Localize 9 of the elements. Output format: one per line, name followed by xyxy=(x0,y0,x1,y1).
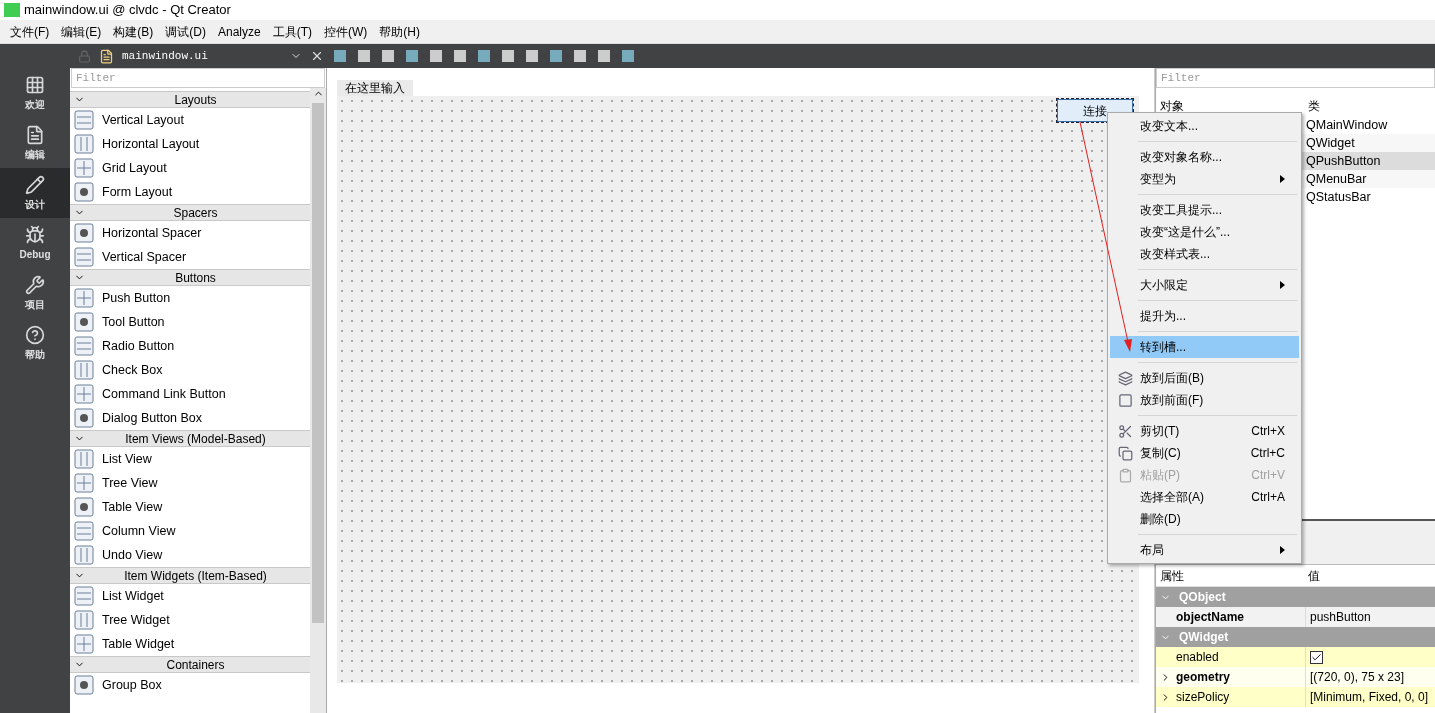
property-name: sizePolicy xyxy=(1176,689,1230,706)
shortcut: Ctrl+A xyxy=(1251,489,1286,506)
shortcut: Ctrl+C xyxy=(1250,445,1286,462)
property-name: objectName xyxy=(1176,609,1245,626)
shortcut: Ctrl+X xyxy=(1251,423,1286,440)
property-name: geometry xyxy=(1176,669,1231,686)
window-title: mainwindow.ui @ clvdc - Qt Creator xyxy=(24,1,231,20)
property-name: enabled xyxy=(1176,649,1219,666)
shortcut: Ctrl+V xyxy=(1251,467,1286,484)
